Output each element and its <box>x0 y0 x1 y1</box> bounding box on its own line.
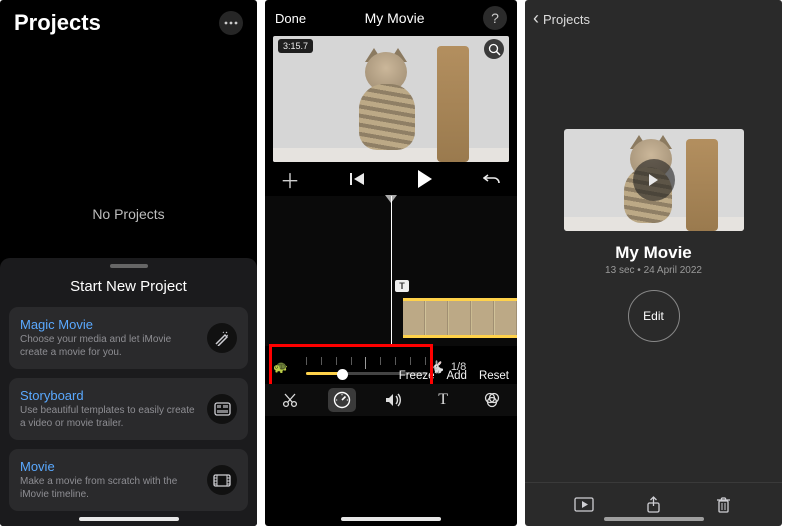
option-subtitle: Choose your media and let iMovie create … <box>20 334 197 359</box>
video-clip[interactable] <box>403 298 517 338</box>
home-indicator[interactable] <box>604 517 704 521</box>
share-button[interactable] <box>643 494 665 516</box>
option-magic-movie[interactable]: Magic Movie Choose your media and let iM… <box>9 307 248 369</box>
filters-tool[interactable] <box>481 389 503 411</box>
option-storyboard[interactable]: Storyboard Use beautiful templates to ea… <box>9 378 248 440</box>
tool-row: T <box>265 384 517 416</box>
project-title: My Movie <box>306 10 483 26</box>
project-subtitle: 13 sec • 24 April 2022 <box>605 265 702 276</box>
add-button[interactable]: Add <box>446 370 466 382</box>
transport-bar: ＋ <box>265 162 517 194</box>
video-preview[interactable]: 3:15.7 <box>273 36 509 162</box>
option-movie[interactable]: Movie Make a movie from scratch with the… <box>9 449 248 511</box>
title-tag[interactable]: T <box>395 280 409 292</box>
project-name: My Movie <box>615 243 692 263</box>
speed-panel: 🐢 🐇 1/8 Freeze Add Reset <box>265 346 517 388</box>
option-title: Storyboard <box>20 388 197 403</box>
tortoise-icon: 🐢 <box>273 360 288 374</box>
option-title: Movie <box>20 459 197 474</box>
volume-tool[interactable] <box>383 389 405 411</box>
editor-screen: Done My Movie ? 3:15.7 ＋ <box>265 0 517 526</box>
project-detail-screen: Projects My Movie 13 sec • 24 April 2022… <box>525 0 782 526</box>
home-indicator[interactable] <box>79 517 179 521</box>
duration-badge: 3:15.7 <box>278 39 313 53</box>
project-thumbnail[interactable] <box>564 129 744 231</box>
back-button[interactable]: Projects <box>533 8 590 29</box>
play-overlay-icon <box>633 159 675 201</box>
reset-button[interactable]: Reset <box>479 370 509 382</box>
done-button[interactable]: Done <box>275 11 306 26</box>
add-media-button[interactable]: ＋ <box>279 168 301 190</box>
title-tool[interactable]: T <box>432 389 454 411</box>
wand-icon <box>207 323 237 353</box>
home-indicator[interactable] <box>341 517 441 521</box>
cut-tool[interactable] <box>279 389 301 411</box>
zoom-button[interactable] <box>484 39 504 59</box>
sheet-header: Start New Project <box>9 278 248 295</box>
more-button[interactable] <box>219 11 243 35</box>
timeline[interactable]: T 🐢 🐇 1/8 Freeze Add Reset <box>265 196 517 416</box>
edit-button[interactable]: Edit <box>628 290 680 342</box>
play-project-button[interactable] <box>573 494 595 516</box>
option-subtitle: Make a movie from scratch with the iMovi… <box>20 476 197 501</box>
freeze-button[interactable]: Freeze <box>399 370 435 382</box>
option-title: Magic Movie <box>20 317 197 332</box>
undo-button[interactable] <box>481 168 503 190</box>
film-icon <box>207 465 237 495</box>
help-button[interactable]: ? <box>483 6 507 30</box>
storyboard-icon <box>207 394 237 424</box>
prev-frame-button[interactable] <box>346 168 368 190</box>
start-new-project-sheet: Start New Project Magic Movie Choose you… <box>0 258 257 526</box>
delete-button[interactable] <box>712 494 734 516</box>
option-subtitle: Use beautiful templates to easily create… <box>20 405 197 430</box>
cat-illustration <box>347 52 427 152</box>
sheet-grabber[interactable] <box>110 264 148 268</box>
play-button[interactable] <box>414 168 436 190</box>
empty-state-text: No Projects <box>0 206 257 222</box>
speed-tool[interactable] <box>328 388 356 412</box>
projects-screen: Projects No Projects Start New Project M… <box>0 0 257 526</box>
screen-title: Projects <box>14 10 101 36</box>
